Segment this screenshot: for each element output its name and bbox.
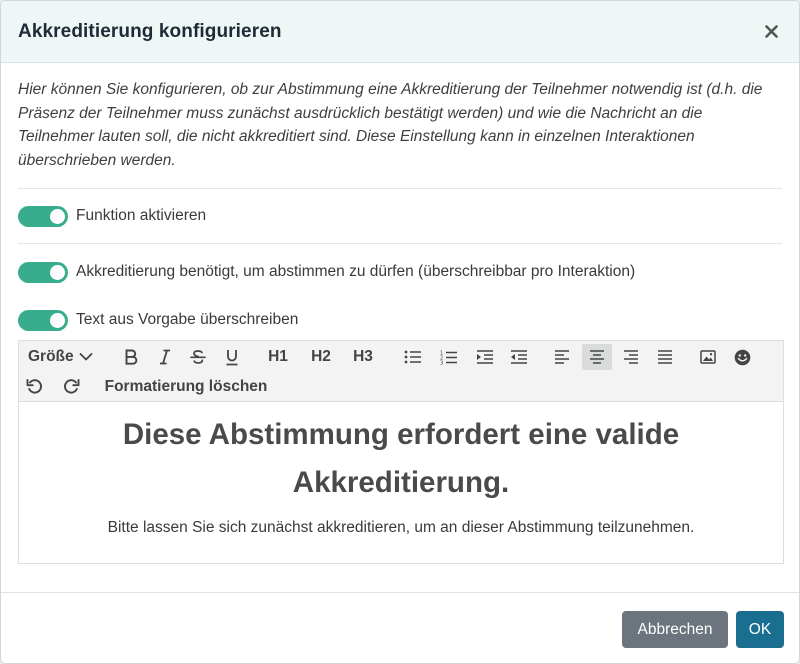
modal-title: Akkreditierung konfigurieren [18, 20, 282, 42]
toggle-label-function: Funktion aktivieren [76, 207, 207, 224]
close-icon [764, 25, 778, 38]
undo-button[interactable] [23, 374, 47, 400]
redo-icon [64, 379, 80, 394]
emoji-icon [734, 349, 750, 365]
editor-heading: Diese Abstimmung erfordert eine valide A… [122, 418, 680, 499]
italic-icon [160, 349, 170, 365]
align-center-button[interactable] [582, 344, 612, 370]
switch-knob [50, 312, 65, 328]
editor-content[interactable]: Diese Abstimmung erfordert eine valide A… [19, 411, 783, 537]
switch-knob [50, 264, 65, 280]
toggle-label-override: Text aus Vorgabe überschreiben [76, 311, 299, 328]
modal-dialog: Akkreditierung konfigurieren Hier können… [0, 0, 800, 664]
switch-knob [50, 208, 65, 224]
toggle-switch-override[interactable] [18, 309, 68, 331]
ordered-list-icon: 123 [440, 350, 457, 365]
heading-1-button[interactable]: H1 [265, 344, 291, 370]
align-left-button[interactable] [550, 344, 574, 370]
align-left-icon [555, 350, 569, 364]
strikethrough-button[interactable] [187, 344, 209, 370]
bullet-list-icon [404, 350, 421, 364]
heading-3-button[interactable]: H3 [350, 344, 376, 370]
chevron-down-icon [79, 353, 93, 361]
bold-icon [125, 349, 138, 365]
align-right-icon [624, 350, 638, 364]
modal-body: Hier können Sie konfigurieren, ob zur Ab… [1, 63, 799, 564]
heading-1-label: H1 [268, 348, 288, 365]
insert-image-button[interactable] [696, 344, 720, 370]
outdent-icon [511, 350, 527, 364]
clear-formatting-button[interactable]: Formatierung löschen [97, 374, 275, 400]
clear-formatting-label: Formatierung löschen [104, 378, 268, 395]
rich-text-editor: Größe H1 H2 H3 1 2 3 Formatierung lösche… [18, 340, 784, 564]
align-right-button[interactable] [619, 344, 643, 370]
image-icon [700, 350, 716, 364]
close-button[interactable] [760, 21, 782, 43]
italic-button[interactable] [154, 344, 176, 370]
font-size-label: Größe [28, 348, 74, 365]
toggle-row-function: Funktion aktivieren [18, 205, 782, 227]
divider [18, 188, 782, 189]
font-size-dropdown[interactable]: Größe [25, 344, 99, 370]
align-justify-icon [658, 350, 672, 364]
heading-2-label: H2 [311, 348, 331, 365]
divider [18, 243, 782, 244]
toggle-switch-required[interactable] [18, 261, 68, 283]
align-center-icon [590, 350, 604, 364]
editor-toolbar: Größe H1 H2 H3 1 2 3 Formatierung lösche… [19, 341, 783, 402]
align-justify-button[interactable] [653, 344, 677, 370]
outdent-button[interactable] [507, 344, 531, 370]
intro-text: Hier können Sie konfigurieren, ob zur Ab… [18, 81, 763, 169]
underline-icon [226, 349, 238, 365]
cancel-button[interactable]: Abbrechen [622, 611, 728, 648]
editor-paragraph: Bitte lassen Sie sich zunächst akkrediti… [107, 519, 695, 536]
heading-2-button[interactable]: H2 [308, 344, 334, 370]
bold-button[interactable] [120, 344, 142, 370]
strikethrough-icon [190, 350, 206, 364]
toggle-switch-function[interactable] [18, 205, 68, 227]
bullet-list-button[interactable] [401, 344, 425, 370]
modal-header: Akkreditierung konfigurieren [1, 1, 799, 63]
toggle-row-required: Akkreditierung benötigt, um abstimmen zu… [18, 261, 782, 283]
underline-button[interactable] [221, 344, 243, 370]
indent-icon [477, 350, 493, 364]
svg-text:3: 3 [440, 360, 443, 365]
ordered-list-button[interactable]: 123 [437, 344, 461, 370]
undo-icon [26, 379, 42, 394]
indent-button[interactable] [473, 344, 497, 370]
emoji-button[interactable] [730, 344, 754, 370]
modal-footer: Abbrechen OK [1, 592, 799, 663]
ok-button[interactable]: OK [736, 611, 784, 648]
toggle-row-override: Text aus Vorgabe überschreiben [18, 309, 782, 331]
toggle-label-required: Akkreditierung benötigt, um abstimmen zu… [76, 263, 636, 280]
redo-button[interactable] [59, 374, 83, 400]
heading-3-label: H3 [353, 348, 373, 365]
